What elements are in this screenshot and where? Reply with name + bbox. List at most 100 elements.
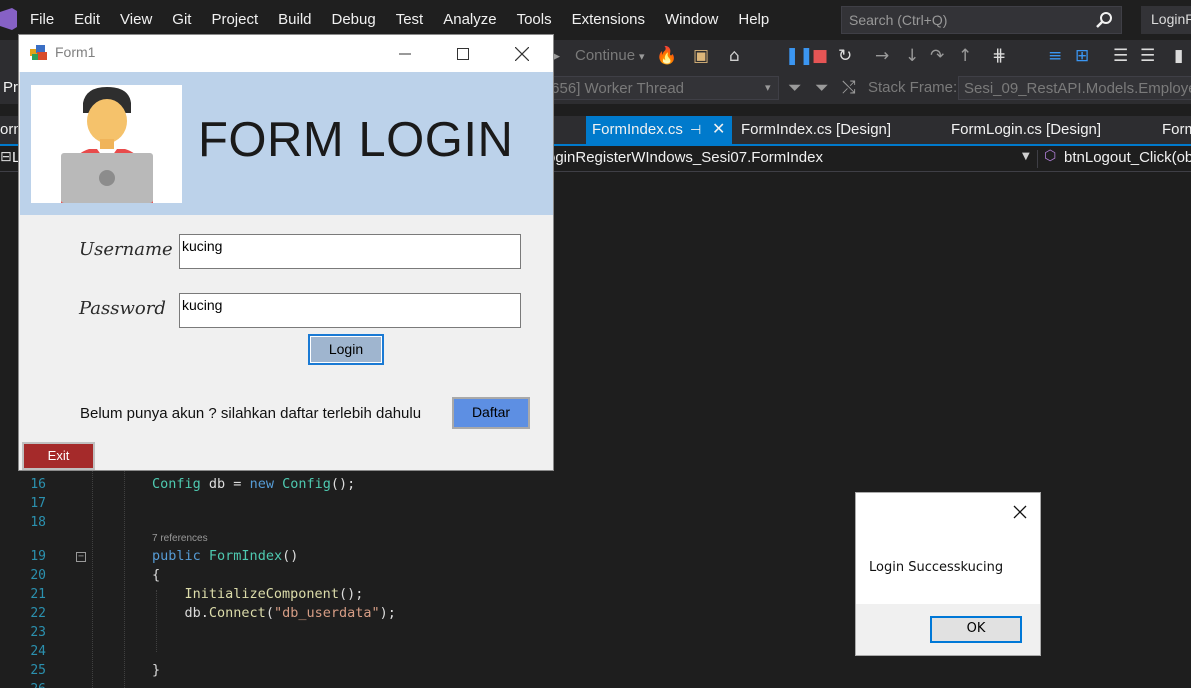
code-token: (	[265, 605, 274, 621]
close-icon[interactable]	[1010, 502, 1030, 522]
username-label: Username	[79, 239, 173, 260]
solution-name-badge[interactable]: LoginRe	[1141, 6, 1191, 34]
ok-button[interactable]: OK	[930, 616, 1022, 643]
continue-button[interactable]: Continue	[575, 47, 635, 64]
folder-search-icon[interactable]: ▣	[693, 46, 709, 66]
tab-label: FormIndex.cs	[592, 121, 683, 138]
line-number: 24	[30, 644, 46, 659]
chevron-down-icon[interactable]: ▾	[639, 47, 645, 67]
message-text: Login Successkucing	[869, 560, 1004, 575]
stop-icon[interactable]: ■	[812, 46, 828, 66]
code-line: {	[152, 567, 160, 583]
line-number: 17	[30, 496, 46, 511]
collapse-toggle-icon[interactable]: −	[76, 552, 86, 562]
tab-form-clipped[interactable]: Form	[1156, 116, 1191, 144]
minimize-button[interactable]	[382, 35, 428, 72]
thread-value: [656] Worker Thread	[547, 80, 685, 97]
flag-threads-icon[interactable]: ⏷	[815, 78, 829, 98]
register-prompt-text: Belum punya akun ? silahkan daftar terle…	[80, 405, 422, 422]
method-icon: ⬡	[1044, 148, 1057, 164]
step-into-icon[interactable]: ↓	[905, 46, 919, 66]
tab-formlogin-design[interactable]: FormLogin.cs [Design]	[945, 116, 1101, 144]
code-line: public FormIndex()	[152, 548, 298, 564]
restart-icon[interactable]: ↻	[838, 46, 852, 66]
show-external-code-icon[interactable]: ⤭	[842, 78, 856, 98]
daftar-button[interactable]: Daftar	[452, 397, 530, 429]
stack-frame-dropdown[interactable]: Sesi_09_RestAPI.Models.Employee	[958, 76, 1191, 100]
code-line: }	[152, 662, 160, 678]
line-number: 21	[30, 587, 46, 602]
form-heading: FORM LOGIN	[198, 113, 514, 167]
code-token: new	[249, 476, 274, 492]
search-input[interactable]: Search (Ctrl+Q)	[841, 6, 1122, 34]
user-avatar-image	[31, 85, 182, 203]
winforms-app-icon	[30, 45, 47, 60]
visual-studio-logo-icon	[0, 8, 17, 30]
close-icon[interactable]: ✕	[712, 116, 725, 144]
code-token: );	[379, 605, 396, 621]
code-token: FormIndex	[208, 548, 283, 564]
show-next-statement-icon[interactable]: →	[875, 46, 889, 66]
maximize-icon	[457, 47, 469, 60]
code-token: ();	[338, 586, 364, 602]
indent-guide	[124, 462, 125, 688]
maximize-button[interactable]	[440, 35, 486, 72]
search-icon	[1096, 12, 1112, 28]
user-laptop-icon	[61, 87, 153, 203]
tab-formindex-cs[interactable]: FormIndex.cs ⊣ ✕	[586, 116, 732, 144]
indent-icon[interactable]: ☰	[1113, 46, 1128, 66]
password-input[interactable]: kucing	[179, 293, 521, 328]
project-dropdown-icon[interactable]: ⊟	[0, 149, 12, 165]
code-token: ()	[282, 548, 299, 564]
code-token: "db_userdata"	[273, 605, 380, 621]
hex-display-icon[interactable]: ⋕	[992, 46, 1006, 66]
code-line: InitializeComponent();	[152, 586, 364, 602]
menu-extensions[interactable]: Extensions	[562, 0, 655, 40]
code-token: =	[225, 476, 250, 492]
line-number: 25	[30, 663, 46, 678]
line-number: 26	[18, 682, 46, 688]
code-token: Config	[152, 476, 209, 492]
pause-icon[interactable]: ❚❚	[785, 46, 814, 66]
filter-icon[interactable]: ⏷	[788, 78, 802, 98]
code-token: ();	[330, 476, 356, 492]
login-button-label: Login	[310, 336, 382, 363]
bookmark-icon[interactable]: ▮	[1174, 46, 1183, 66]
password-label: Password	[79, 298, 166, 319]
code-token: public	[152, 548, 201, 564]
menu-window[interactable]: Window	[655, 0, 728, 40]
hot-reload-icon[interactable]: 🔥	[656, 46, 677, 66]
threads-icon[interactable]: ≡	[1048, 46, 1062, 66]
line-number: 23	[30, 625, 46, 640]
stack-frame-label: Stack Frame:	[868, 79, 958, 96]
codelens-references[interactable]: 7 references	[152, 533, 208, 544]
browser-link-icon[interactable]: ⌂	[729, 46, 740, 66]
class-dropdown[interactable]: oginRegisterWIndows_Sesi07.FormIndex	[547, 149, 1037, 169]
thread-dropdown[interactable]: [656] Worker Thread ▾	[547, 76, 779, 100]
form1-title-bar[interactable]: Form1	[19, 35, 553, 72]
form1-window: Form1 FORM LOGIN Username kucing Passwor…	[18, 34, 554, 471]
step-over-icon[interactable]: ↷	[930, 46, 944, 66]
exit-button[interactable]: Exit	[22, 442, 95, 470]
outdent-icon[interactable]: ☰	[1140, 46, 1155, 66]
code-token: {	[152, 567, 161, 583]
minimize-icon	[399, 53, 411, 54]
pin-icon[interactable]: ⊣	[690, 116, 701, 144]
code-token: db	[208, 476, 226, 492]
login-button[interactable]: Login	[308, 334, 384, 365]
member-dropdown[interactable]: btnLogout_Click(ob	[1064, 149, 1191, 166]
stack-frame-value: Sesi_09_RestAPI.Models.Employee	[964, 80, 1191, 97]
close-icon	[515, 46, 529, 61]
menu-help[interactable]: Help	[728, 0, 779, 40]
tab-formindex-design[interactable]: FormIndex.cs [Design]	[735, 116, 891, 144]
line-number: 19	[30, 549, 46, 564]
parallel-stacks-icon[interactable]: ⊞	[1075, 46, 1089, 66]
close-button[interactable]	[499, 35, 545, 72]
chevron-down-icon[interactable]: ▼	[1022, 151, 1030, 162]
line-number: 20	[30, 568, 46, 583]
username-input[interactable]: kucing	[179, 234, 521, 269]
step-out-icon[interactable]: ↑	[958, 46, 972, 66]
